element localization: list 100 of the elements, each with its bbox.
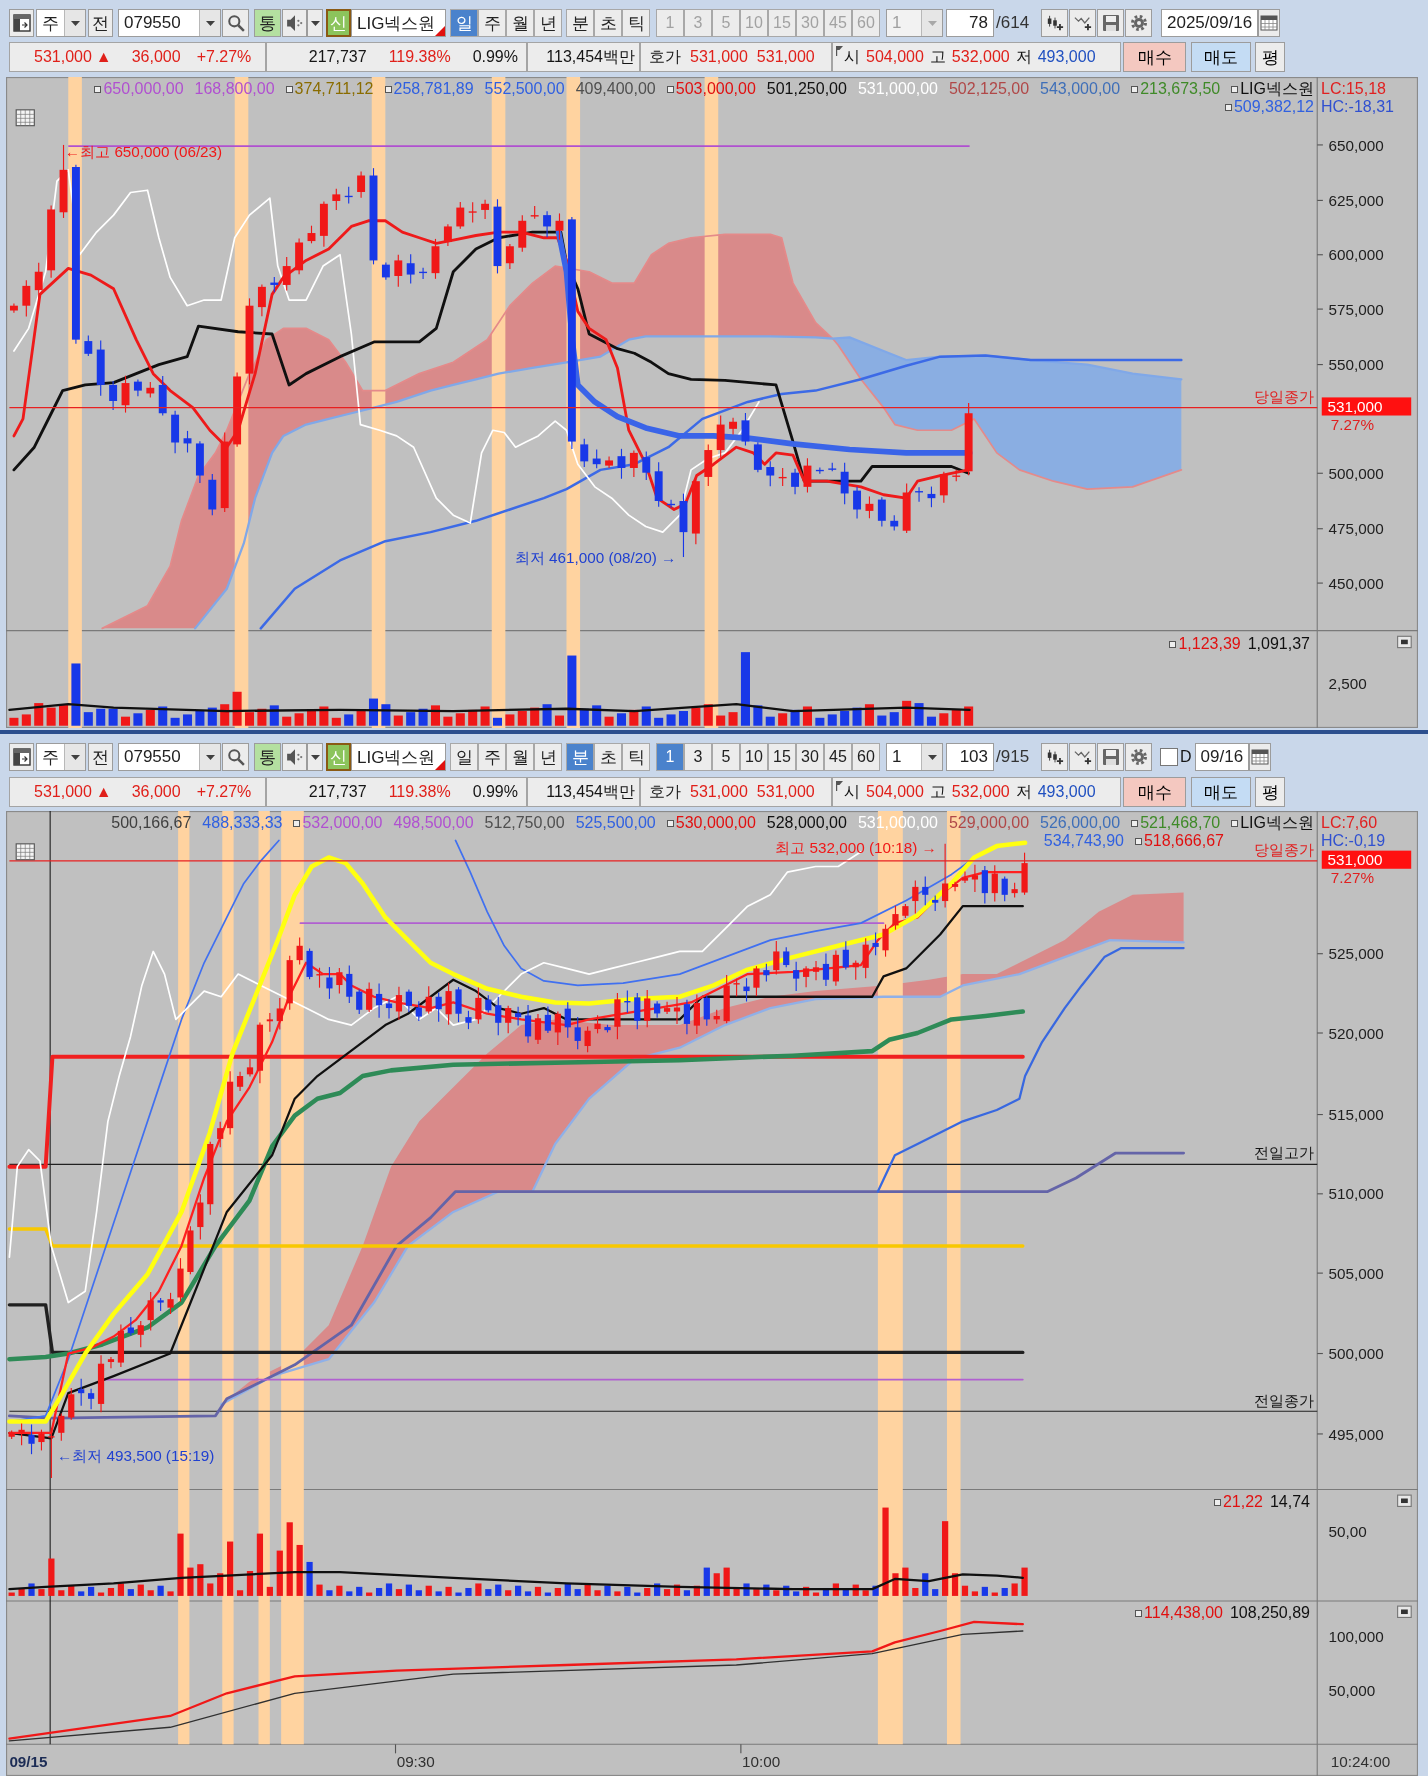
- price-change: 36,000: [131, 783, 181, 801]
- corner-triangle-icon: [435, 760, 445, 770]
- minute-tab[interactable]: 3: [684, 743, 712, 771]
- prev-button[interactable]: 전: [88, 743, 113, 771]
- caret-icon: [310, 754, 320, 760]
- candle-add-icon: [1045, 748, 1064, 766]
- buy-button[interactable]: 매수: [1123, 42, 1186, 72]
- interval-tab[interactable]: 분: [566, 743, 594, 771]
- table-icon[interactable]: [15, 109, 35, 127]
- trade-volume: 217,737: [308, 783, 367, 801]
- calendar-button[interactable]: [1258, 9, 1281, 37]
- ask-price: 531,000: [690, 783, 748, 801]
- settings-button[interactable]: [1125, 9, 1152, 37]
- volume-button[interactable]: 통: [254, 9, 281, 37]
- date-field[interactable]: 09/16: [1194, 743, 1250, 771]
- prev-button[interactable]: 전: [88, 9, 113, 37]
- sell-button[interactable]: 매도: [1191, 777, 1251, 807]
- caret-icon: [70, 754, 80, 760]
- minute-tab[interactable]: 30: [796, 743, 824, 771]
- date-field[interactable]: 2025/09/16: [1161, 9, 1259, 37]
- code-field[interactable]: 079550: [118, 9, 221, 37]
- sound-menu-button[interactable]: [307, 9, 323, 37]
- legend-value: 258,781,89: [393, 80, 474, 98]
- average-button[interactable]: 평: [1255, 777, 1285, 807]
- axis-label: 550,000: [1328, 356, 1384, 374]
- date-checkbox[interactable]: [1160, 748, 1178, 766]
- save-button[interactable]: [1097, 743, 1124, 771]
- calendar-button[interactable]: [1249, 743, 1272, 771]
- bar-count-field[interactable]: 103: [946, 743, 994, 771]
- minute-tab[interactable]: 45: [824, 743, 852, 771]
- pane-menu-icon[interactable]: [1397, 1605, 1412, 1618]
- legend-value: 114,438,00: [1144, 1604, 1223, 1622]
- trade-amount: 113,454백만: [546, 781, 635, 802]
- period-tab[interactable]: 일: [450, 9, 478, 37]
- sell-button[interactable]: 매도: [1191, 42, 1251, 72]
- buy-button[interactable]: 매수: [1123, 777, 1186, 807]
- interval-tab[interactable]: 초: [594, 9, 622, 37]
- hc-value: HC:-18,31: [1321, 98, 1394, 116]
- bar-count-field[interactable]: 78: [946, 9, 994, 37]
- average-button[interactable]: 평: [1255, 42, 1285, 72]
- pane-menu-icon[interactable]: [1397, 1494, 1412, 1507]
- search-button[interactable]: [222, 743, 249, 771]
- code-field[interactable]: 079550: [118, 743, 221, 771]
- period-tab[interactable]: 일: [450, 743, 478, 771]
- search-button[interactable]: [222, 9, 249, 37]
- layout-button[interactable]: [9, 9, 34, 37]
- axis-label: 650,000: [1328, 136, 1384, 154]
- period-tab[interactable]: 주: [478, 9, 506, 37]
- table-icon[interactable]: [15, 843, 35, 861]
- period-unit-dropdown[interactable]: 주: [36, 9, 86, 37]
- add-candle-button[interactable]: [1041, 743, 1068, 771]
- add-line-button[interactable]: [1069, 9, 1096, 37]
- sound-button[interactable]: [282, 9, 307, 37]
- flag-icon: [836, 781, 843, 791]
- caret-icon: [205, 754, 215, 760]
- period-unit-dropdown[interactable]: 주: [36, 743, 86, 771]
- layout-button[interactable]: [9, 743, 34, 771]
- speaker-icon: [285, 14, 304, 32]
- stock-name-field[interactable]: LIG넥스원: [351, 743, 446, 771]
- direction-arrow: ▲: [95, 48, 112, 66]
- minute-tab[interactable]: 10: [740, 743, 768, 771]
- minute-tab[interactable]: 5: [712, 743, 740, 771]
- stock-name-field[interactable]: LIG넥스원: [351, 9, 446, 37]
- settings-button[interactable]: [1125, 743, 1152, 771]
- period-tab[interactable]: 년: [534, 743, 562, 771]
- caret-icon: [310, 20, 320, 26]
- search-icon: [226, 14, 245, 32]
- low-label: 저: [1015, 781, 1032, 802]
- period-tab[interactable]: 주: [478, 743, 506, 771]
- save-button[interactable]: [1097, 9, 1124, 37]
- interval-tab[interactable]: 틱: [622, 9, 650, 37]
- time-label: 10:24:00: [1330, 1752, 1391, 1770]
- add-line-button[interactable]: [1069, 743, 1096, 771]
- axis-label: 625,000: [1328, 192, 1384, 210]
- axis-label: 495,000: [1328, 1425, 1384, 1443]
- period-tab[interactable]: 월: [506, 743, 534, 771]
- multiplier-dropdown[interactable]: 1: [886, 743, 943, 771]
- pane-menu-icon[interactable]: [1397, 635, 1412, 649]
- period-tab[interactable]: 년: [534, 9, 562, 37]
- minute-tab[interactable]: 60: [852, 743, 880, 771]
- minute-tab[interactable]: 1: [656, 743, 684, 771]
- add-candle-button[interactable]: [1041, 9, 1068, 37]
- axis-label: 500,000: [1328, 1345, 1384, 1363]
- minute-tab[interactable]: 15: [768, 743, 796, 771]
- axis-label: 50,00: [1328, 1523, 1367, 1540]
- caret-icon: [927, 20, 937, 26]
- axis-label: 510,000: [1328, 1185, 1384, 1203]
- legend-value: 525,500,00: [575, 814, 656, 832]
- high-price: 532,000: [951, 48, 1010, 66]
- period-tab[interactable]: 월: [506, 9, 534, 37]
- sound-button[interactable]: [282, 743, 307, 771]
- sound-menu-button[interactable]: [307, 743, 323, 771]
- ask-label: 호가: [649, 781, 681, 802]
- interval-tab[interactable]: 틱: [622, 743, 650, 771]
- axis-label: 100,000: [1328, 1628, 1384, 1646]
- low-annotation: 최저 461,000 (08/20) →: [514, 548, 677, 566]
- interval-tab[interactable]: 초: [594, 743, 622, 771]
- volume-button[interactable]: 통: [254, 743, 281, 771]
- time-label: 10:00: [742, 1752, 781, 1770]
- interval-tab[interactable]: 분: [566, 9, 594, 37]
